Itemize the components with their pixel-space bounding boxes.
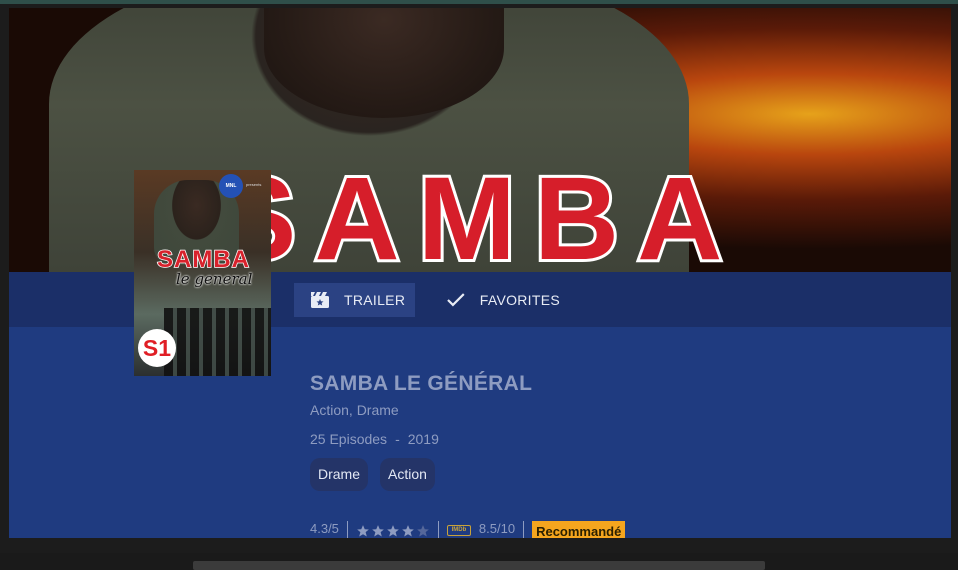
star-rating xyxy=(356,524,430,538)
favorites-button-label: FAVORITES xyxy=(479,292,560,308)
movie-clapper-icon xyxy=(311,292,329,308)
tag-chip[interactable]: Drame xyxy=(310,458,369,491)
show-title: SAMBA LE GÉNÉRAL xyxy=(310,372,533,395)
episode-count: 25 Episodes xyxy=(310,431,388,447)
favorites-button[interactable]: FAVORITES xyxy=(440,283,560,317)
star-icon xyxy=(387,525,399,537)
recommended-badge: Recommandé xyxy=(532,521,626,538)
tag-chip[interactable]: Action xyxy=(380,458,435,491)
imdb-score: 8.5/10 xyxy=(478,521,516,536)
rating-divider xyxy=(346,521,348,538)
show-meta: 25 Episodes -2019 xyxy=(310,431,439,447)
meta-separator: - xyxy=(395,431,400,447)
trailer-button-label: TRAILER xyxy=(344,292,406,308)
imdb-icon: IMDb xyxy=(446,525,471,536)
check-icon xyxy=(447,293,465,307)
poster-image[interactable]: MNL presents SAMBA le general S1 xyxy=(134,170,271,376)
star-icon xyxy=(402,525,414,537)
star-icon xyxy=(417,525,429,537)
rating-divider xyxy=(523,521,525,538)
poster-studio-badge: MNL xyxy=(219,174,243,198)
release-year: 2019 xyxy=(407,431,439,447)
show-genres: Action, Drame xyxy=(310,402,399,418)
rating-divider xyxy=(437,521,439,538)
window-top-edge xyxy=(0,0,958,4)
poster-subtitle: le general xyxy=(176,270,253,288)
rating-row: 4.3/5 IMDb 8.5/10 Recommandé xyxy=(310,521,626,538)
poster-season-badge: S1 xyxy=(138,329,176,367)
star-icon xyxy=(372,525,384,537)
star-icon xyxy=(357,525,369,537)
poster-crowd xyxy=(164,308,271,376)
poster-presents-text: presents xyxy=(246,182,262,187)
rating-score: 4.3/5 xyxy=(310,521,339,536)
trailer-button[interactable]: TRAILER xyxy=(294,283,415,317)
horizontal-scrollbar[interactable] xyxy=(193,561,765,570)
